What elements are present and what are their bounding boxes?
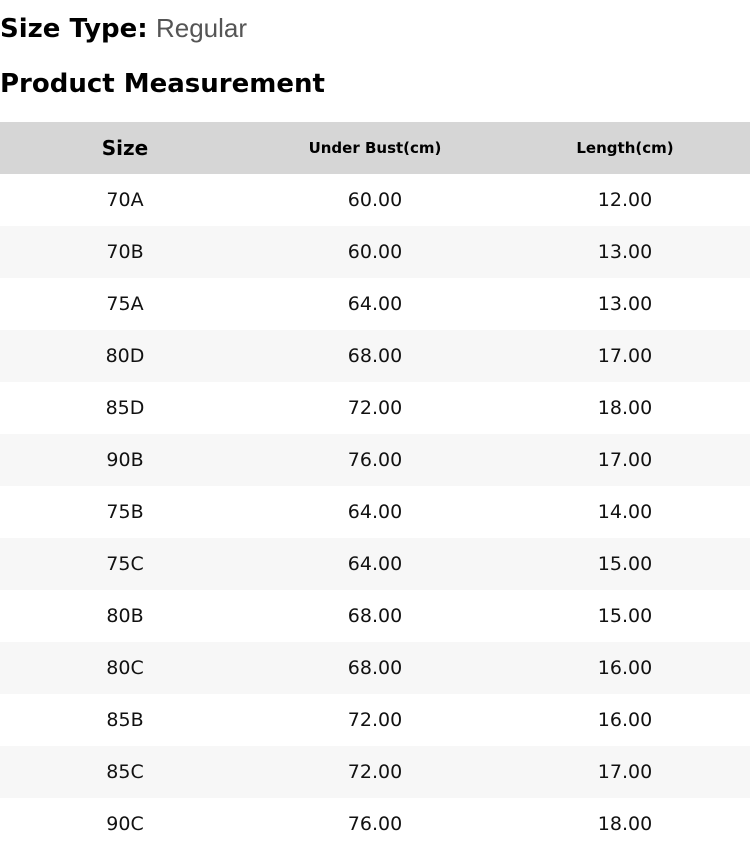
cell-under-bust: 64.00	[347, 501, 403, 523]
cell-size: 80B	[106, 605, 144, 627]
cell-size: 85B	[106, 709, 144, 731]
table-row: 80D 68.00 17.00	[0, 330, 750, 382]
table-row: 80B 68.00 15.00	[0, 590, 750, 642]
table-row: 85B 72.00 16.00	[0, 694, 750, 746]
cell-under-bust: 72.00	[347, 397, 403, 419]
table-row: 70A 60.00 12.00	[0, 174, 750, 226]
table-row: 85C 72.00 17.00	[0, 746, 750, 798]
cell-under-bust: 60.00	[347, 241, 403, 263]
table-row: 70B 60.00 13.00	[0, 226, 750, 278]
cell-length: 18.00	[597, 813, 653, 835]
cell-length: 17.00	[597, 345, 653, 367]
cell-under-bust: 68.00	[347, 657, 403, 679]
cell-size: 75C	[106, 553, 144, 575]
cell-size: 90C	[106, 813, 144, 835]
cell-under-bust: 64.00	[347, 553, 403, 575]
cell-under-bust: 60.00	[347, 189, 403, 211]
cell-size: 80C	[106, 657, 144, 679]
column-header-size: Size	[101, 136, 149, 160]
cell-under-bust: 68.00	[347, 345, 403, 367]
table-row: 75C 64.00 15.00	[0, 538, 750, 590]
table-row: 85D 72.00 18.00	[0, 382, 750, 434]
table-header: Size Under Bust(cm) Length(cm)	[0, 122, 750, 174]
measurement-table: Size Under Bust(cm) Length(cm) 70A 60.00 1…	[0, 122, 750, 850]
cell-size: 85C	[106, 761, 144, 783]
cell-under-bust: 72.00	[347, 761, 403, 783]
cell-under-bust: 68.00	[347, 605, 403, 627]
table-row: 80C 68.00 16.00	[0, 642, 750, 694]
cell-length: 18.00	[597, 397, 653, 419]
cell-length: 14.00	[597, 501, 653, 523]
cell-size: 85D	[105, 397, 145, 419]
cell-size: 90B	[106, 449, 144, 471]
cell-length: 16.00	[597, 657, 653, 679]
cell-length: 17.00	[597, 761, 653, 783]
size-type-value: Regular	[155, 13, 248, 43]
table-row: 90B 76.00 17.00	[0, 434, 750, 486]
cell-size: 75A	[106, 293, 144, 315]
cell-size: 70A	[106, 189, 144, 211]
cell-under-bust: 76.00	[347, 449, 403, 471]
table-row: 75B 64.00 14.00	[0, 486, 750, 538]
section-title: Product Measurement	[0, 69, 325, 99]
cell-length: 12.00	[597, 189, 653, 211]
size-type-line: Size Type: Regular	[0, 10, 247, 47]
cell-length: 15.00	[597, 605, 653, 627]
cell-under-bust: 76.00	[347, 813, 403, 835]
cell-length: 13.00	[597, 293, 653, 315]
cell-length: 13.00	[597, 241, 653, 263]
table-body: 70A 60.00 12.00 70B 60.00 13.00 75A 64.00 13.00 8…	[0, 174, 750, 850]
table-row: 75A 64.00 13.00	[0, 278, 750, 330]
table-header-row: Size Under Bust(cm) Length(cm)	[0, 122, 750, 174]
cell-size: 75B	[106, 501, 144, 523]
cell-under-bust: 64.00	[347, 293, 403, 315]
cell-under-bust: 72.00	[347, 709, 403, 731]
cell-length: 16.00	[597, 709, 653, 731]
column-header-length: Length(cm)	[576, 139, 674, 157]
cell-size: 80D	[105, 345, 145, 367]
cell-length: 17.00	[597, 449, 653, 471]
cell-length: 15.00	[597, 553, 653, 575]
table-row: 90C 76.00 18.00	[0, 798, 750, 850]
column-header-under-bust: Under Bust(cm)	[308, 139, 442, 157]
cell-size: 70B	[106, 241, 144, 263]
size-type-label: Size Type:	[0, 14, 148, 44]
